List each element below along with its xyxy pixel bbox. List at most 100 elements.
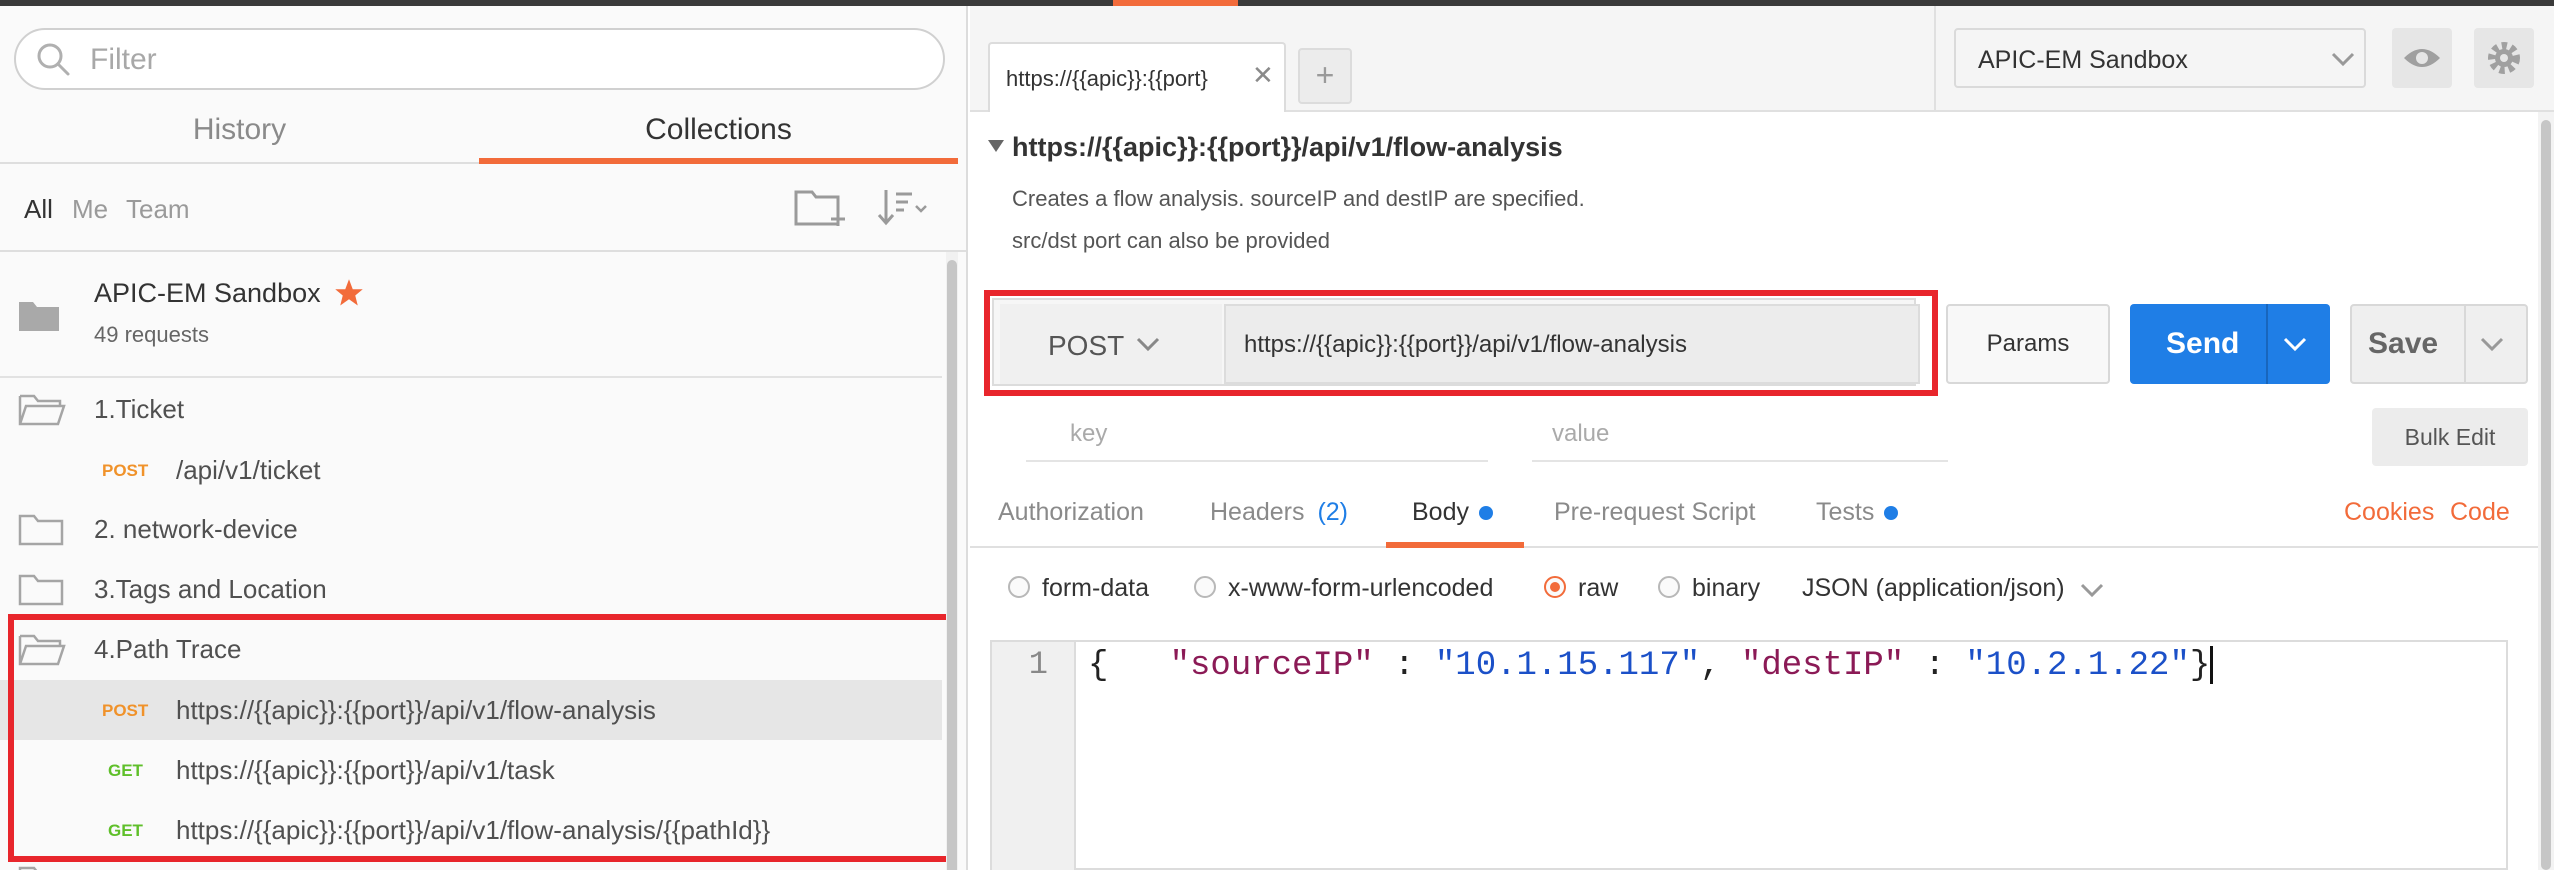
chevron-down-icon[interactable] (2080, 582, 2104, 598)
collection-request-count: 49 requests (94, 322, 209, 347)
params-button[interactable]: Params (1946, 304, 2110, 384)
method-badge: POST (102, 461, 149, 480)
environment-name: APIC-EM Sandbox (1978, 46, 2188, 74)
environment-select[interactable]: APIC-EM Sandbox (1954, 28, 2366, 88)
folder-ticket[interactable]: 1.Ticket (0, 380, 942, 440)
chevron-down-icon (2331, 52, 2355, 67)
eye-icon (2404, 49, 2440, 67)
tab-headers-label: Headers (1210, 498, 1305, 526)
gear-icon (2488, 42, 2520, 74)
sidebar-tabs: History Collections (0, 106, 966, 164)
filter-input[interactable] (90, 38, 910, 82)
text-cursor (2210, 646, 2214, 684)
form-data-label: form-data (1042, 574, 1149, 602)
folder-label: 1.Ticket (94, 394, 185, 424)
collection-filter-row: All Me Team (0, 164, 966, 252)
save-label: Save (2368, 327, 2439, 360)
filter-team[interactable]: Team (126, 194, 190, 225)
folder-tags-location[interactable]: 3.Tags and Location (0, 560, 942, 620)
line-number: 1 (1028, 646, 1048, 683)
folder-icon (18, 866, 38, 870)
code-open-brace: { (1088, 646, 1109, 685)
request-tab[interactable]: https://{{apic}}:{{port} ✕ (988, 42, 1286, 112)
body-editor[interactable]: 1 { "sourceIP" : "10.1.15.117", "destIP"… (990, 640, 2508, 870)
code-line[interactable]: { "sourceIP" : "10.1.15.117", "destIP" :… (1088, 646, 2214, 685)
active-tab-underline (1386, 542, 1524, 548)
code-value-destip: "10.2.1.22" (1965, 646, 2190, 685)
folder-icon (18, 514, 64, 546)
favorite-star-icon[interactable] (334, 278, 364, 308)
sidebar-scrollbar[interactable] (946, 252, 958, 870)
collection-folder-icon (19, 302, 59, 331)
tab-pre-request-script[interactable]: Pre-request Script (1554, 498, 1755, 527)
bulk-edit-button[interactable]: Bulk Edit (2372, 408, 2528, 466)
send-split-divider (2266, 304, 2268, 384)
code-close-brace: } (2189, 646, 2211, 685)
tab-tests[interactable]: Tests (1816, 498, 1899, 527)
param-key-input[interactable]: key (1070, 420, 1107, 448)
save-button[interactable]: Save (2350, 304, 2528, 384)
save-split-divider (2464, 306, 2466, 382)
send-button[interactable]: Send (2130, 304, 2330, 384)
tab-tests-label: Tests (1816, 498, 1875, 526)
environment-quick-look-button[interactable] (2392, 28, 2452, 88)
tab-headers[interactable]: Headers (2) (1210, 498, 1348, 527)
code-separator: : (1373, 646, 1435, 685)
radio-binary[interactable] (1658, 576, 1680, 598)
new-collection-icon[interactable] (794, 186, 848, 228)
send-label: Send (2166, 327, 2240, 360)
request-description-line2: src/dst port can also be provided (1012, 228, 1330, 253)
request-title: https://{{apic}}:{{port}}/api/v1/flow-an… (1012, 132, 1563, 162)
folder-label: 3.Tags and Location (94, 574, 327, 604)
tab-collections[interactable]: Collections (479, 106, 958, 164)
main-scrollbar[interactable] (2538, 112, 2554, 870)
filter-box[interactable] (14, 28, 945, 90)
code-link[interactable]: Code (2450, 498, 2510, 527)
chevron-down-icon[interactable] (2282, 336, 2308, 352)
body-indicator-dot (1478, 506, 1493, 521)
new-tab-button[interactable]: + (1298, 48, 1352, 104)
content-type-select[interactable]: JSON (application/json) (1802, 574, 2065, 603)
filter-me[interactable]: Me (72, 194, 108, 225)
chevron-down-icon[interactable] (2480, 336, 2504, 352)
request-item[interactable]: POST /api/v1/ticket (0, 440, 942, 500)
tab-history[interactable]: History (0, 106, 479, 164)
radio-raw[interactable] (1544, 576, 1566, 598)
tab-authorization[interactable]: Authorization (998, 498, 1144, 527)
key-underline (1026, 460, 1488, 462)
radio-form-data[interactable] (1008, 576, 1030, 598)
param-value-input[interactable]: value (1552, 420, 1609, 448)
binary-label: binary (1692, 574, 1761, 602)
raw-label: raw (1578, 574, 1619, 602)
scrollbar-thumb[interactable] (947, 260, 957, 870)
line-number-gutter: 1 (992, 642, 1076, 870)
highlight-box-path-trace (8, 614, 958, 862)
filter-all[interactable]: All (24, 194, 53, 225)
headers-count-badge: (2) (1317, 498, 1349, 526)
code-value-sourceip: "10.1.15.117" (1434, 646, 1701, 685)
settings-button[interactable] (2474, 28, 2534, 88)
request-tab-title: https://{{apic}}:{{port} (1006, 66, 1208, 91)
code-comma: , (1700, 646, 1741, 685)
tests-indicator-dot (1884, 506, 1899, 521)
search-icon (37, 43, 70, 76)
folder-network-device[interactable]: 2. network-device (0, 500, 942, 560)
highlight-box-url (984, 290, 1938, 396)
request-description-line1: Creates a flow analysis. sourceIP and de… (1012, 186, 1585, 211)
tab-body[interactable]: Body (1412, 498, 1493, 527)
collection-item[interactable]: APIC-EM Sandbox 49 requests (0, 252, 942, 378)
sort-icon[interactable] (876, 186, 930, 228)
request-url: /api/v1/ticket (176, 455, 321, 485)
code-separator: : (1904, 646, 1966, 685)
collapse-triangle-icon[interactable] (988, 140, 1004, 152)
radio-urlencoded[interactable] (1194, 576, 1216, 598)
folder-icon (18, 574, 64, 606)
urlencoded-label: x-www-form-urlencoded (1228, 574, 1494, 602)
tab-body-label: Body (1412, 498, 1469, 526)
close-icon[interactable]: ✕ (1252, 60, 1274, 91)
collection-name: APIC-EM Sandbox (94, 278, 321, 308)
value-underline (1532, 460, 1948, 462)
scrollbar-thumb[interactable] (2541, 120, 2551, 870)
cookies-link[interactable]: Cookies (2344, 498, 2434, 527)
request-subtabs: Authorization Headers (2) Body Pre-reque… (970, 478, 2538, 548)
